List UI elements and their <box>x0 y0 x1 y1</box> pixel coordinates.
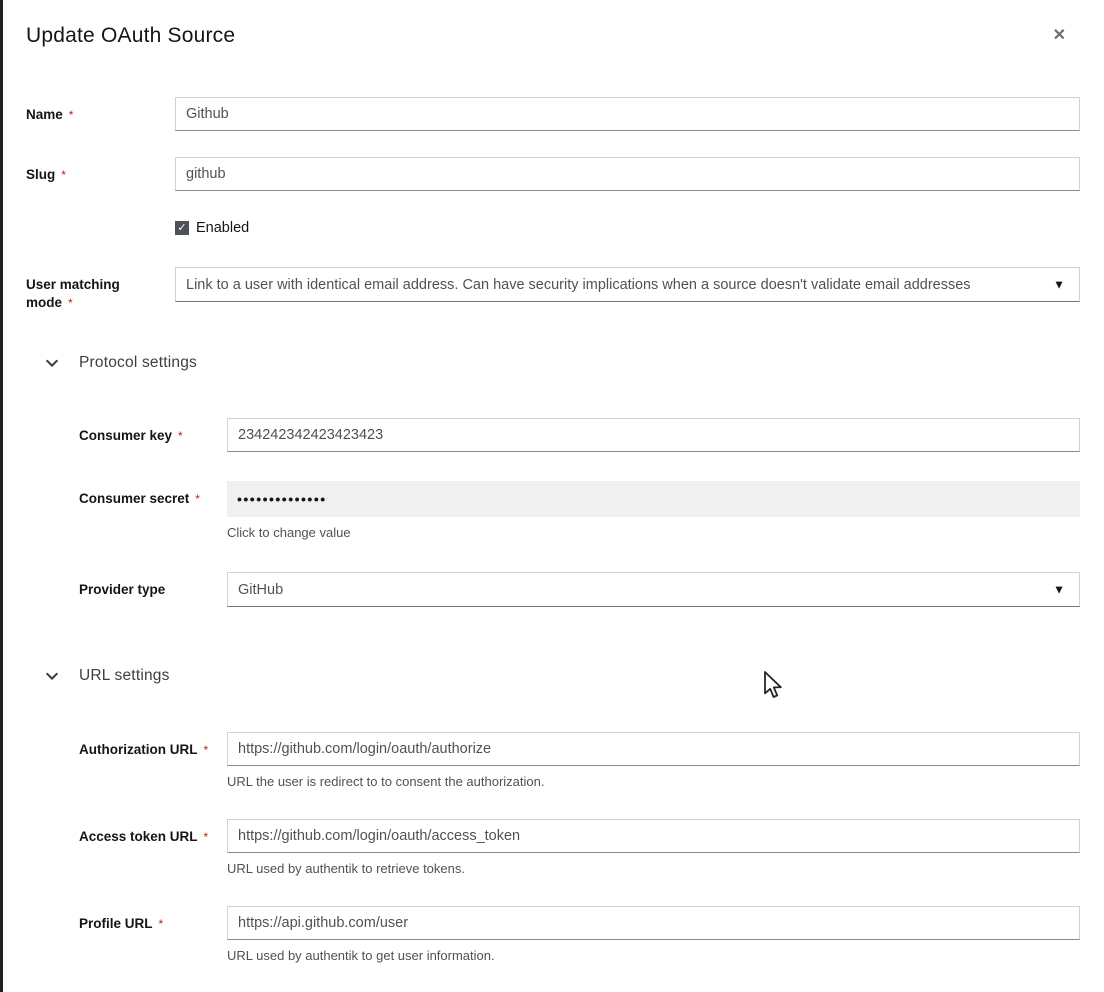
provider-type-select[interactable]: GitHub ▼ <box>227 572 1080 607</box>
chevron-down-icon <box>45 356 59 370</box>
provider-type-label: Provider type <box>79 582 165 597</box>
access-token-url-label-col: Access token URL * <box>79 819 227 846</box>
profile-url-help: URL used by authentik to get user inform… <box>227 948 1080 963</box>
access-token-url-help: URL used by authentik to retrieve tokens… <box>227 861 1080 876</box>
access-token-url-input[interactable] <box>227 819 1080 853</box>
consumer-secret-help: Click to change value <box>227 525 1080 540</box>
consumer-secret-label-col: Consumer secret * <box>79 481 227 508</box>
caret-down-icon: ▼ <box>1053 277 1065 291</box>
slug-label-col: Slug * <box>26 157 175 184</box>
required-asterisk: * <box>195 492 200 506</box>
authorization-url-label: Authorization URL <box>79 742 197 757</box>
required-asterisk: * <box>159 917 164 931</box>
name-field-row: Name * <box>26 97 1080 131</box>
update-oauth-source-dialog: Update OAuth Source ✕ Name * Slug * ✓ Enab… <box>0 0 1104 992</box>
url-settings-title: URL settings <box>79 667 170 685</box>
user-matching-mode-label-col: User matching mode* <box>26 267 175 312</box>
required-asterisk: * <box>203 743 208 757</box>
profile-url-label: Profile URL <box>79 916 153 931</box>
access-token-url-row: Access token URL * URL used by authentik … <box>79 819 1080 876</box>
user-matching-mode-row: User matching mode* Link to a user with … <box>26 267 1080 312</box>
provider-type-row: Provider type GitHub ▼ <box>79 572 1080 607</box>
caret-down-icon: ▼ <box>1053 582 1065 596</box>
consumer-secret-masked-input[interactable]: •••••••••••••• <box>227 481 1080 517</box>
user-matching-mode-selected-value: Link to a user with identical email addr… <box>186 277 971 293</box>
slug-label: Slug <box>26 167 55 182</box>
enabled-label: Enabled <box>196 220 249 236</box>
consumer-key-row: Consumer key * <box>79 418 1080 452</box>
consumer-secret-row: Consumer secret * •••••••••••••• Click to… <box>79 481 1080 540</box>
dialog-title: Update OAuth Source <box>26 24 235 48</box>
name-input[interactable] <box>175 97 1080 131</box>
url-settings-toggle[interactable]: URL settings <box>26 667 1080 685</box>
required-asterisk: * <box>61 168 66 182</box>
protocol-settings-toggle[interactable]: Protocol settings <box>26 354 1080 372</box>
chevron-down-icon <box>45 669 59 683</box>
name-label-col: Name * <box>26 97 175 124</box>
name-label: Name <box>26 107 63 122</box>
provider-type-label-col: Provider type <box>79 572 227 599</box>
access-token-url-label: Access token URL <box>79 829 198 844</box>
profile-url-row: Profile URL * URL used by authentik to ge… <box>79 906 1080 963</box>
enabled-field-row: ✓ Enabled <box>175 220 1080 236</box>
consumer-key-label: Consumer key <box>79 428 172 443</box>
enabled-checkbox[interactable]: ✓ <box>175 221 189 235</box>
close-icon[interactable]: ✕ <box>1049 24 1080 48</box>
slug-input[interactable] <box>175 157 1080 191</box>
required-asterisk: * <box>69 108 74 122</box>
user-matching-mode-select[interactable]: Link to a user with identical email addr… <box>175 267 1080 302</box>
authorization-url-row: Authorization URL * URL the user is redir… <box>79 732 1080 789</box>
slug-field-row: Slug * <box>26 157 1080 191</box>
authorization-url-help: URL the user is redirect to to consent t… <box>227 774 1080 789</box>
required-asterisk: * <box>204 830 209 844</box>
provider-type-selected-value: GitHub <box>238 582 283 598</box>
profile-url-label-col: Profile URL * <box>79 906 227 933</box>
consumer-key-label-col: Consumer key * <box>79 418 227 445</box>
required-asterisk: * <box>178 429 183 443</box>
authorization-url-label-col: Authorization URL * <box>79 732 227 759</box>
profile-url-input[interactable] <box>227 906 1080 940</box>
consumer-secret-label: Consumer secret <box>79 491 189 506</box>
authorization-url-input[interactable] <box>227 732 1080 766</box>
consumer-key-input[interactable] <box>227 418 1080 452</box>
dialog-header: Update OAuth Source ✕ <box>26 24 1080 48</box>
protocol-settings-title: Protocol settings <box>79 354 197 372</box>
required-asterisk: * <box>68 296 73 310</box>
